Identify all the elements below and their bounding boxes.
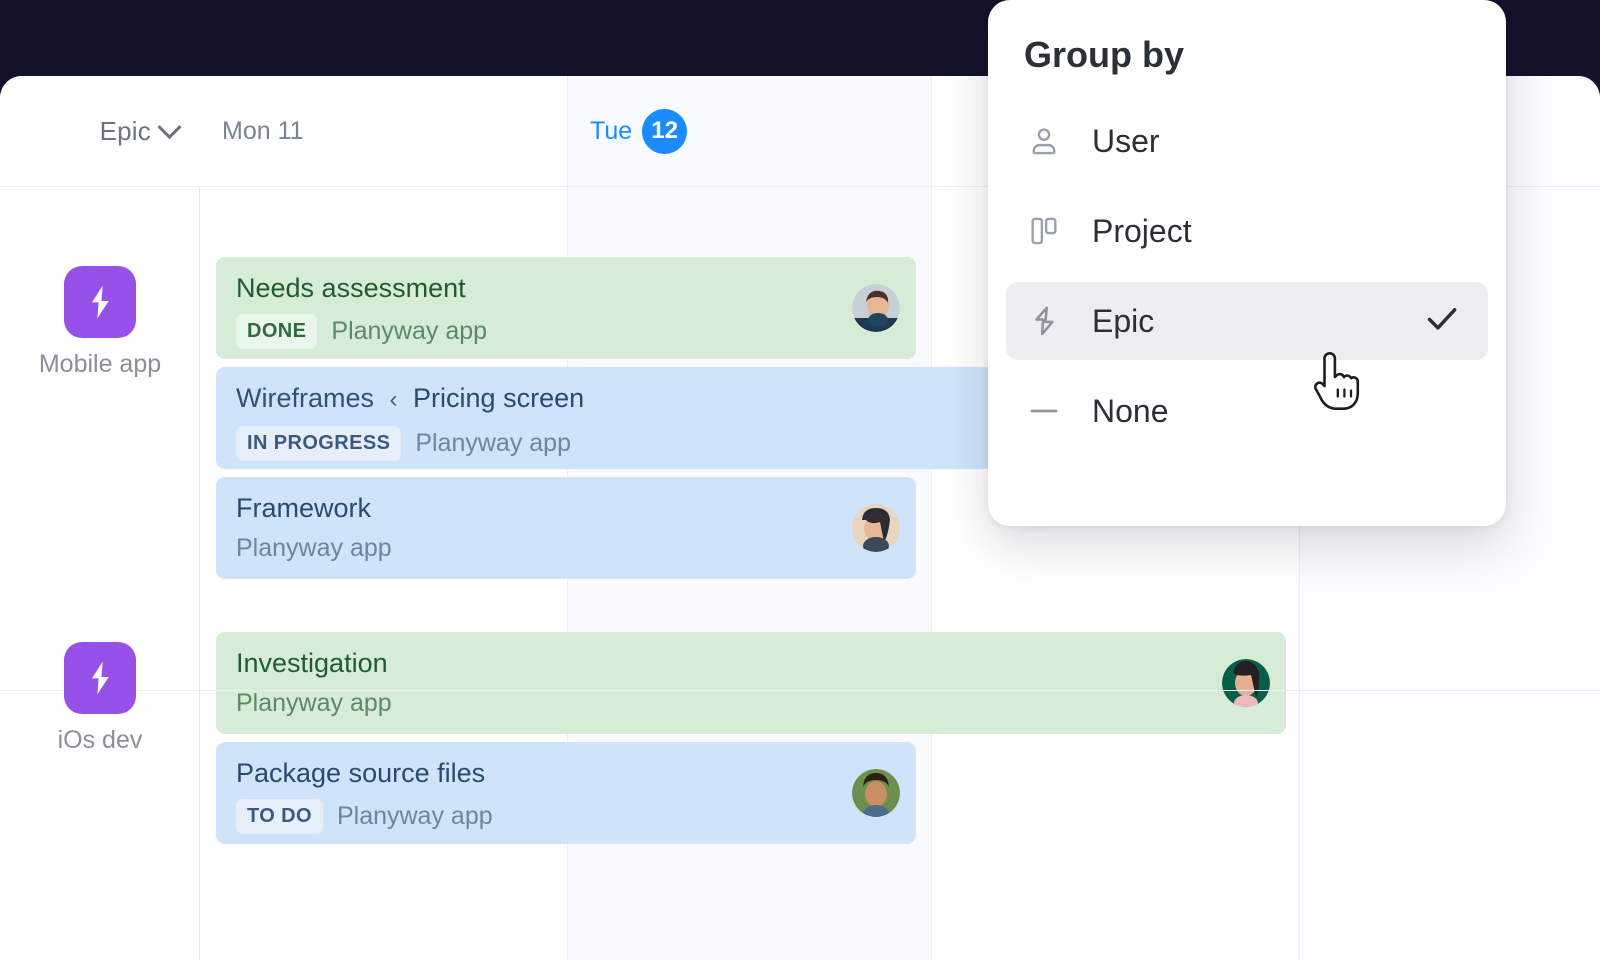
task-meta: DONE Planyway app (236, 314, 896, 349)
task-meta: Planyway app (236, 534, 896, 563)
group-by-menu: Group by User Project Epic (988, 0, 1506, 526)
menu-title: Group by (1006, 34, 1488, 76)
group-label-ios-dev: iOs dev (0, 642, 200, 755)
menu-item-project[interactable]: Project (1006, 192, 1488, 270)
task-bar-investigation[interactable]: Investigation Planyway app (216, 632, 1286, 734)
menu-item-label: User (1092, 123, 1160, 160)
task-meta: IN PROGRESS Planyway app (236, 426, 986, 461)
day-header-weekday: Tue (590, 117, 632, 146)
day-header-mon-11[interactable]: Mon 11 (200, 76, 568, 186)
group-label-text: iOs dev (58, 726, 143, 755)
status-badge: DONE (236, 314, 317, 349)
group-label-text: Mobile app (39, 350, 161, 379)
task-project-name: Planyway app (236, 689, 392, 718)
menu-item-epic[interactable]: Epic (1006, 282, 1488, 360)
avatar (1222, 659, 1270, 707)
day-header-tue-12[interactable]: Tue 12 (568, 76, 932, 186)
status-badge: IN PROGRESS (236, 426, 401, 461)
task-bar-needs-assessment[interactable]: Needs assessment DONE Planyway app (216, 257, 916, 359)
epic-bolt-icon (1024, 301, 1064, 341)
task-title: Package source files (236, 756, 896, 790)
epic-badge-icon (64, 642, 136, 714)
task-title: Wireframes ‹ Pricing screen (236, 381, 986, 417)
group-by-current-value: Epic (100, 116, 151, 147)
task-bar-package-source-files[interactable]: Package source files TO DO Planyway app (216, 742, 916, 844)
grid-line-sidebar (199, 76, 200, 960)
task-project-name: Planyway app (337, 802, 493, 831)
today-date-pill: 12 (642, 109, 687, 154)
user-icon (1024, 121, 1064, 161)
task-bar-framework[interactable]: Framework Planyway app (216, 477, 916, 579)
avatar (852, 284, 900, 332)
menu-item-label: None (1092, 393, 1169, 430)
task-project-name: Planyway app (236, 534, 392, 563)
menu-item-label: Project (1092, 213, 1192, 250)
menu-item-none[interactable]: None (1006, 372, 1488, 450)
dash-icon (1024, 391, 1064, 431)
task-parent-name: Wireframes (236, 383, 374, 413)
task-title: Needs assessment (236, 271, 896, 305)
grid-line-day-2 (931, 76, 932, 960)
breadcrumb-separator-icon: ‹ (390, 386, 398, 413)
group-label-mobile-app: Mobile app (0, 266, 200, 379)
task-meta: Planyway app (236, 689, 1266, 718)
status-badge: TO DO (236, 799, 323, 834)
task-title: Framework (236, 491, 896, 525)
epic-badge-icon (64, 266, 136, 338)
group-row-divider (0, 690, 1600, 691)
task-project-name: Planyway app (331, 317, 487, 346)
avatar (852, 504, 900, 552)
menu-item-label: Epic (1092, 303, 1154, 340)
menu-item-user[interactable]: User (1006, 102, 1488, 180)
task-bar-pricing-screen[interactable]: Wireframes ‹ Pricing screen IN PROGRESS … (216, 367, 1006, 469)
check-icon (1422, 299, 1462, 344)
project-icon (1024, 211, 1064, 251)
task-project-name: Planyway app (415, 429, 571, 458)
task-meta: TO DO Planyway app (236, 799, 896, 834)
chevron-down-icon (157, 115, 181, 139)
task-title: Investigation (236, 646, 1266, 680)
task-title-text: Pricing screen (413, 383, 584, 413)
avatar (852, 769, 900, 817)
group-by-dropdown-trigger[interactable]: Epic (0, 76, 200, 186)
day-header-label: Mon 11 (222, 117, 304, 146)
